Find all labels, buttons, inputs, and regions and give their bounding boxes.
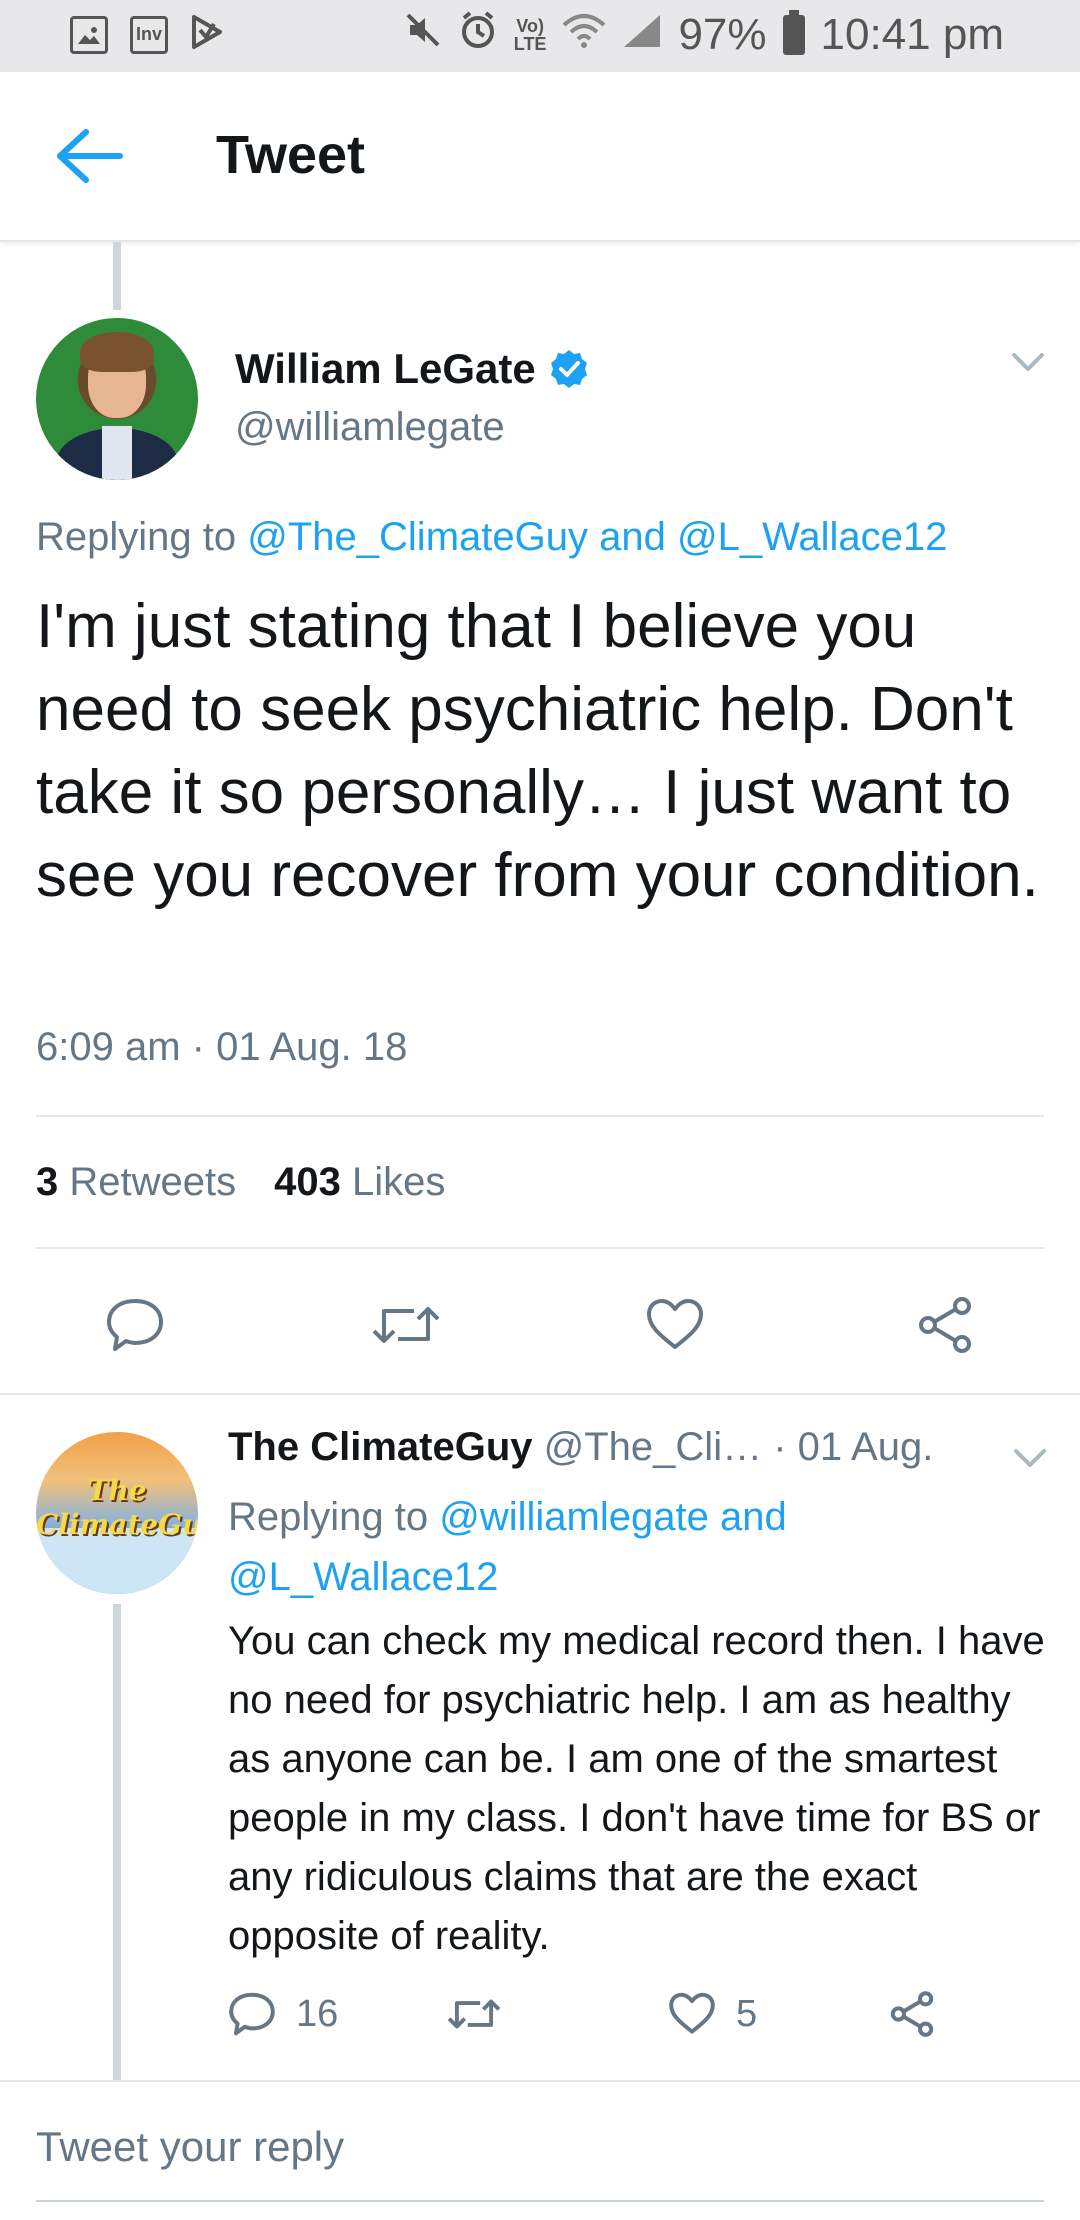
- mention-link[interactable]: @The_ClimateGuy: [247, 515, 588, 559]
- like-action[interactable]: 5: [668, 1990, 757, 2038]
- reply-count: 16: [296, 1992, 339, 2035]
- wifi-icon: [562, 10, 606, 60]
- chevron-down-icon[interactable]: [1012, 1446, 1048, 1470]
- author-handle[interactable]: @The_Cli…: [544, 1425, 762, 1469]
- author-name[interactable]: William LeGate: [235, 345, 536, 393]
- thread-connector-line: [113, 1604, 121, 2080]
- verified-badge-icon: [548, 348, 590, 390]
- inv-icon: Inv: [130, 15, 168, 54]
- retweet-action[interactable]: [446, 1990, 502, 2038]
- retweets-stat[interactable]: 3 Retweets: [36, 1160, 236, 1205]
- mute-icon: [404, 11, 442, 59]
- retweet-icon: [447, 1999, 501, 2029]
- mention-link[interactable]: @L_Wallace12: [228, 1555, 498, 1599]
- author-name[interactable]: The ClimateGuy: [228, 1425, 533, 1469]
- like-count: 5: [736, 1992, 758, 2035]
- signal-icon: [622, 10, 662, 60]
- page-title: Tweet: [216, 125, 366, 185]
- retweet-icon[interactable]: [370, 1295, 442, 1355]
- replying-to: Replying to @williamlegate and @L_Wallac…: [228, 1495, 787, 1599]
- thread-connector-line: [113, 242, 121, 310]
- battery-percent: 97%: [678, 10, 767, 59]
- battery-icon: [782, 10, 805, 55]
- reply-header[interactable]: The ClimateGuy @The_Cli… · 01 Aug.: [228, 1425, 933, 1470]
- author-handle[interactable]: @williamlegate: [235, 405, 505, 450]
- share-icon[interactable]: [915, 1295, 975, 1355]
- tweet-timestamp: 6:09 am · 01 Aug. 18: [36, 1025, 408, 1069]
- alarm-icon: [458, 10, 498, 60]
- reply-icon: [229, 1992, 275, 2036]
- tweet-actions: [0, 1285, 1080, 1365]
- mention-link[interactable]: @williamlegate: [439, 1495, 709, 1539]
- tweet-text: I'm just stating that I believe you need…: [36, 592, 1039, 910]
- mention-link[interactable]: @L_Wallace12: [677, 515, 947, 559]
- compose-reply-input[interactable]: Tweet your reply: [36, 2123, 344, 2171]
- divider: [36, 1247, 1044, 1249]
- divider: [0, 2080, 1080, 2082]
- share-icon: [890, 1991, 934, 2037]
- share-action[interactable]: [888, 1990, 936, 2038]
- reply-icon[interactable]: [105, 1295, 165, 1355]
- avatar[interactable]: TheClimateGuy: [36, 1432, 198, 1594]
- app-header: Tweet: [0, 72, 1080, 242]
- heart-icon: [669, 1992, 715, 2034]
- volte-icon: Vo) LTE: [513, 16, 547, 54]
- tweet-date: · 01 Aug.: [773, 1425, 934, 1469]
- heart-icon[interactable]: [645, 1295, 705, 1355]
- tweet-text: You can check my medical record then. I …: [228, 1619, 1045, 1958]
- likes-stat[interactable]: 403 Likes: [274, 1160, 445, 1205]
- back-arrow-icon[interactable]: [56, 126, 126, 186]
- chevron-down-icon[interactable]: [1010, 350, 1046, 374]
- divider: [36, 1115, 1044, 1117]
- status-bar: Inv Vo) LTE 97% 10:41 pm: [0, 0, 1080, 72]
- clock: 10:41 pm: [820, 10, 1004, 59]
- replying-to: Replying to @The_ClimateGuy and @L_Walla…: [36, 515, 948, 559]
- tweet-stats: 3 Retweets 403 Likes: [36, 1160, 445, 1205]
- reply-action[interactable]: 16: [228, 1990, 338, 2038]
- play-store-icon: [190, 14, 224, 55]
- tweet-actions: 16 5: [228, 1990, 1048, 2050]
- image-icon: [70, 15, 108, 54]
- divider: [0, 1393, 1080, 1395]
- avatar[interactable]: [36, 318, 198, 480]
- avatar-logo-text: TheClimateGuy: [36, 1474, 198, 1541]
- compose-underline: [36, 2200, 1044, 2202]
